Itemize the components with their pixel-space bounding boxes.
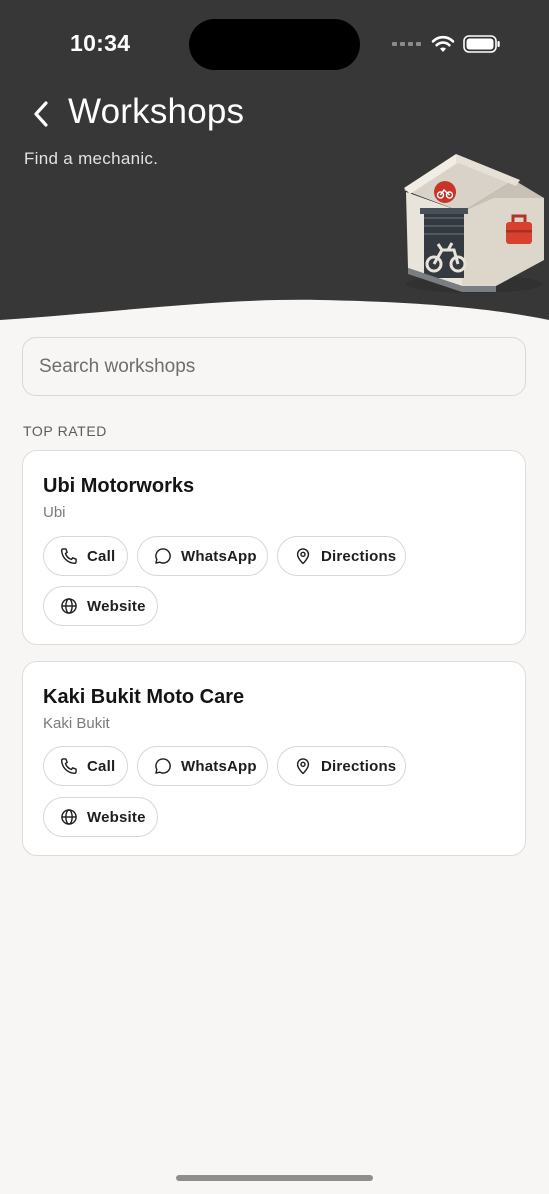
globe-icon: [59, 596, 79, 616]
page-title: Workshops: [68, 92, 245, 131]
website-button[interactable]: Website: [43, 586, 158, 626]
workshop-name: Kaki Bukit Moto Care: [43, 686, 245, 708]
page-subtitle: Find a mechanic.: [24, 149, 159, 168]
status-time: 10:34: [70, 30, 131, 56]
workshop-name: Ubi Motorworks: [43, 475, 195, 497]
directions-button[interactable]: Directions: [277, 536, 406, 576]
dynamic-island: [189, 19, 360, 70]
status-icons: [392, 33, 501, 55]
home-indicator[interactable]: [176, 1175, 373, 1181]
garage-motorcycle-icon: [404, 154, 544, 293]
back-button[interactable]: [26, 96, 56, 132]
phone-icon: [59, 546, 79, 566]
workshop-card[interactable]: Ubi Motorworks Ubi Call WhatsApp Directi…: [22, 450, 526, 645]
cellular-signal-icon: [392, 42, 421, 46]
workshop-location: Kaki Bukit: [43, 715, 110, 732]
phone-icon: [59, 756, 79, 776]
website-label: Website: [87, 808, 146, 826]
globe-icon: [59, 807, 79, 827]
chevron-left-icon: [34, 101, 48, 127]
whatsapp-label: WhatsApp: [181, 547, 257, 565]
call-button[interactable]: Call: [43, 536, 128, 576]
battery-icon: [463, 35, 500, 53]
website-button[interactable]: Website: [43, 797, 158, 837]
call-label: Call: [87, 547, 116, 565]
website-label: Website: [87, 597, 146, 615]
map-pin-icon: [293, 546, 313, 566]
map-pin-icon: [293, 756, 313, 776]
call-button[interactable]: Call: [43, 746, 128, 786]
search-input[interactable]: [22, 337, 526, 396]
chat-bubble-icon: [153, 756, 173, 776]
whatsapp-button[interactable]: WhatsApp: [137, 536, 268, 576]
call-label: Call: [87, 757, 116, 775]
section-label: TOP RATED: [23, 423, 107, 439]
chat-bubble-icon: [153, 546, 173, 566]
directions-label: Directions: [321, 547, 397, 565]
workshop-location: Ubi: [43, 504, 66, 521]
directions-label: Directions: [321, 757, 397, 775]
workshop-card[interactable]: Kaki Bukit Moto Care Kaki Bukit Call Wha…: [22, 661, 526, 856]
wifi-icon: [431, 35, 455, 52]
directions-button[interactable]: Directions: [277, 746, 406, 786]
whatsapp-button[interactable]: WhatsApp: [137, 746, 268, 786]
whatsapp-label: WhatsApp: [181, 757, 257, 775]
status-bar: 10:34: [0, 0, 549, 90]
